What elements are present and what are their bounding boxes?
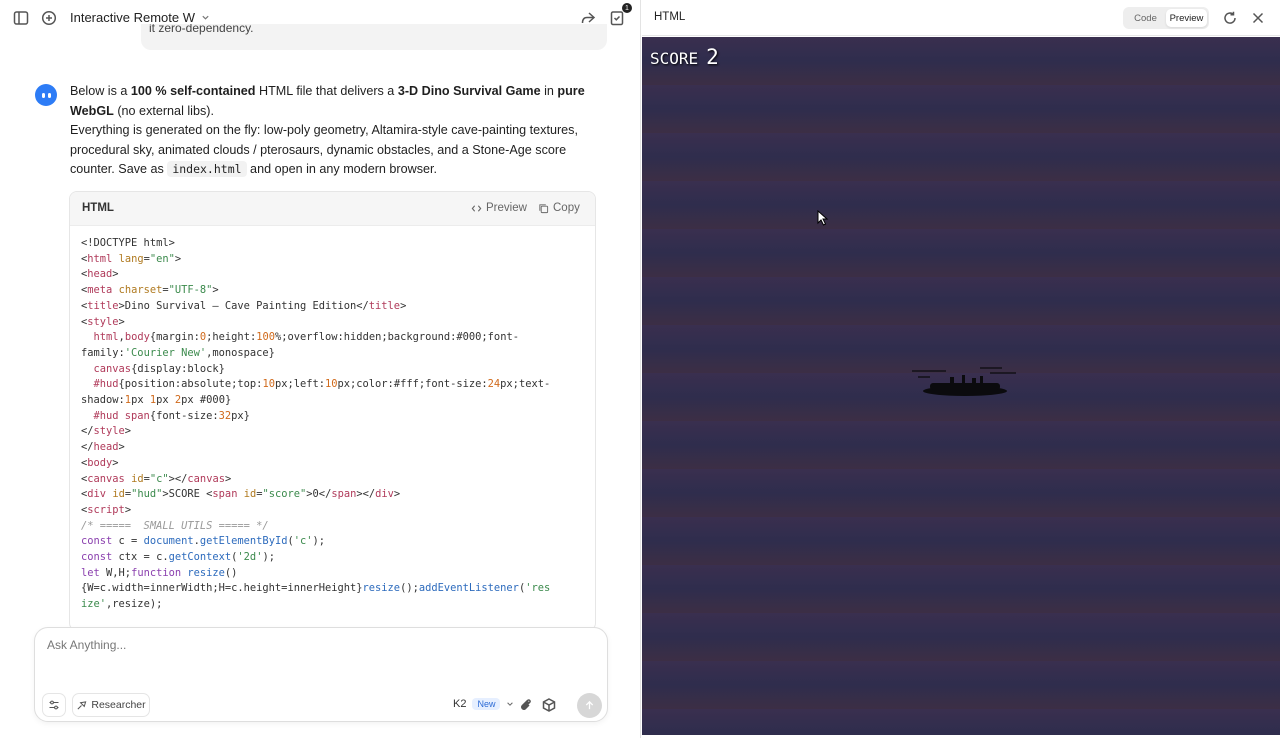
preview-header: HTML Code Preview: [642, 0, 1280, 36]
chat-pane: Interactive Remote W 1 it zero-dependenc…: [0, 0, 641, 738]
attach-icon[interactable]: [516, 695, 536, 715]
message-paragraph-1: Below is a 100 % self-contained HTML fil…: [70, 84, 585, 118]
researcher-icon: [77, 700, 87, 710]
tab-code[interactable]: Code: [1125, 9, 1166, 27]
ask-input[interactable]: [47, 638, 567, 652]
message-paragraph-2: Everything is generated on the fly: low-…: [70, 123, 578, 177]
preview-pane: HTML Code Preview SCORE 2: [642, 0, 1280, 738]
chevron-down-icon: [507, 702, 514, 706]
code-preview-button[interactable]: Preview: [471, 202, 527, 214]
app: Interactive Remote W 1 it zero-dependenc…: [0, 0, 1280, 738]
assistant-avatar: [35, 84, 57, 106]
new-chat-icon[interactable]: [39, 8, 59, 28]
previous-message-text: it zero-dependency.: [149, 24, 254, 35]
previous-user-message: it zero-dependency.: [141, 24, 607, 50]
score-label: SCORE: [650, 49, 699, 68]
assistant-message: Below is a 100 % self-contained HTML fil…: [70, 82, 600, 180]
model-selector[interactable]: K2 New: [453, 698, 514, 710]
sidebar-toggle-icon[interactable]: [11, 8, 31, 28]
chat-title-text: Interactive Remote W: [70, 10, 195, 25]
settings-sliders-button[interactable]: [42, 693, 66, 717]
composer: Researcher K2 New: [34, 627, 608, 722]
notification-badge: 1: [622, 3, 632, 13]
cube-icon[interactable]: [539, 695, 559, 715]
code-block-header: HTML Preview Copy: [70, 192, 595, 226]
tab-preview[interactable]: Preview: [1166, 9, 1207, 27]
arrow-up-icon: [585, 700, 594, 710]
sliders-icon: [49, 700, 59, 710]
code-brackets-icon: [471, 204, 482, 212]
code-content: <!DOCTYPE html> <html lang="en"> <head> …: [81, 237, 551, 611]
game-canvas[interactable]: SCORE 2: [642, 37, 1280, 735]
refresh-icon[interactable]: [1220, 8, 1240, 28]
mouse-cursor-icon: [817, 210, 829, 226]
copy-icon: [539, 203, 549, 213]
code-language-label: HTML: [82, 202, 114, 214]
chat-title[interactable]: Interactive Remote W: [70, 10, 210, 25]
close-icon[interactable]: [1248, 8, 1268, 28]
view-toggle: Code Preview: [1123, 7, 1209, 29]
code-copy-button[interactable]: Copy: [538, 202, 580, 214]
dino-silhouette-icon: [912, 367, 1016, 396]
score-value: 2: [706, 45, 719, 69]
preview-title: HTML: [654, 11, 686, 23]
inline-code-filename: index.html: [167, 161, 247, 177]
chevron-down-icon: [202, 15, 209, 20]
code-block: HTML Preview Copy <!DOCTYPE html> <html …: [69, 191, 596, 631]
score-hud: SCORE 2: [650, 45, 719, 69]
task-list-icon[interactable]: 1: [607, 3, 632, 28]
new-badge: New: [472, 698, 501, 710]
send-button[interactable]: [577, 693, 602, 718]
researcher-button[interactable]: Researcher: [72, 693, 150, 717]
model-label: K2: [453, 698, 467, 710]
